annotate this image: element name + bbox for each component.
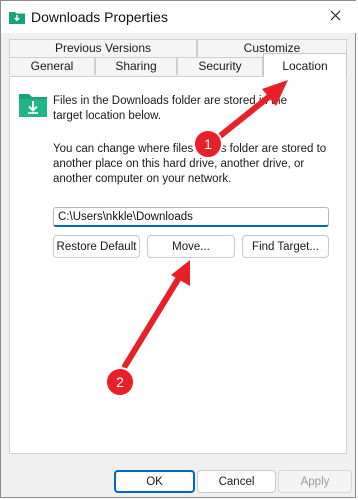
window-title: Downloads Properties (31, 9, 168, 25)
tab-sharing[interactable]: Sharing (95, 57, 177, 75)
close-icon (330, 10, 341, 24)
tab-security[interactable]: Security (177, 57, 263, 75)
downloads-folder-icon (19, 91, 47, 117)
tab-general[interactable]: General (9, 57, 95, 75)
restore-default-button[interactable]: Restore Default (53, 235, 140, 258)
change-location-text: You can change where files in this folde… (53, 143, 327, 185)
close-button[interactable] (313, 1, 357, 33)
location-description: Files in the Downloads folder are stored… (53, 95, 287, 122)
location-path-input[interactable] (53, 207, 329, 227)
cancel-button[interactable]: Cancel (197, 470, 276, 493)
properties-window: Downloads Properties Previous Versions C… (0, 0, 357, 498)
downloads-folder-icon (9, 10, 25, 24)
title-bar: Downloads Properties (1, 1, 357, 33)
tab-location[interactable]: Location (263, 53, 347, 77)
apply-button[interactable]: Apply (278, 470, 352, 493)
tab-previous-versions[interactable]: Previous Versions (9, 39, 197, 57)
move-button[interactable]: Move... (147, 235, 235, 258)
find-target-button[interactable]: Find Target... (242, 235, 329, 258)
location-panel (9, 76, 347, 454)
ok-button[interactable]: OK (114, 470, 195, 493)
